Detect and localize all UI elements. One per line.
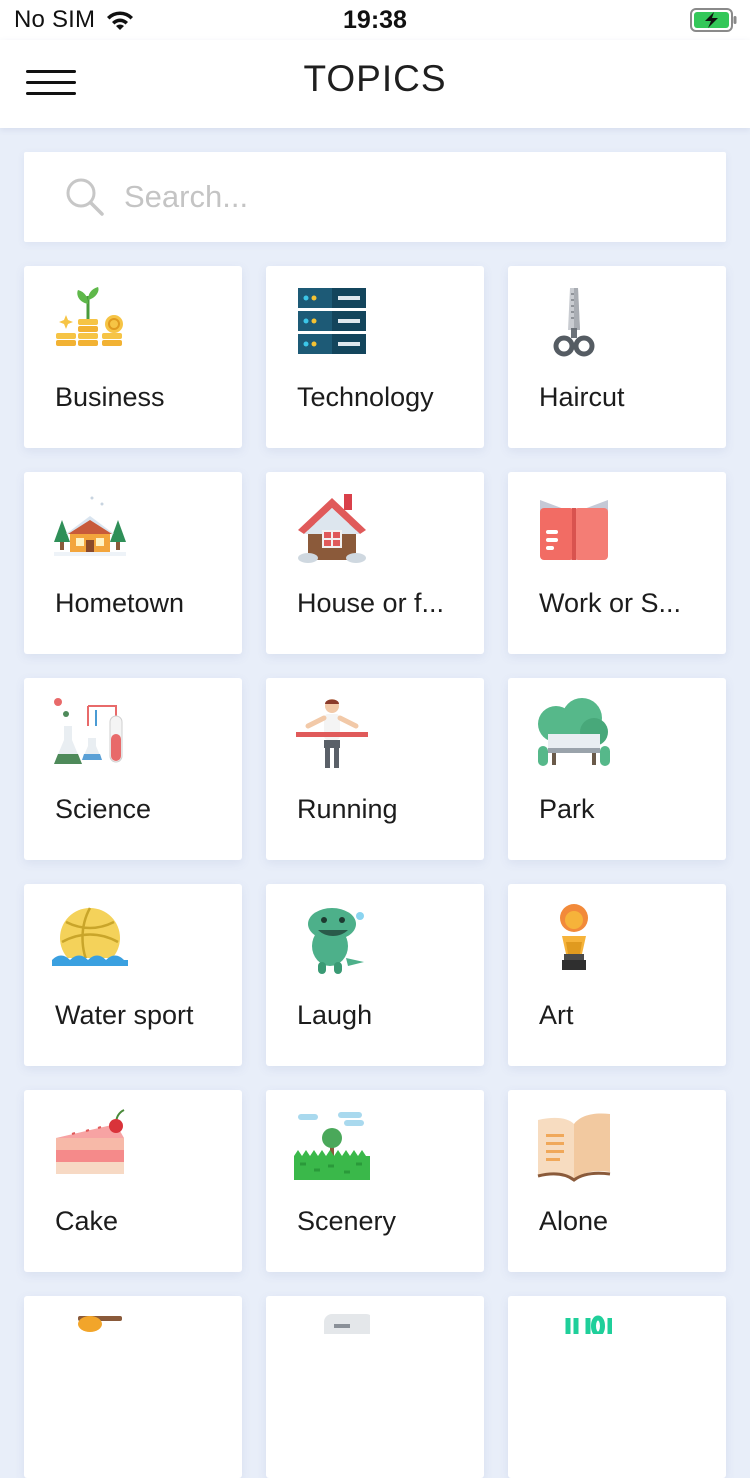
topic-label: Science [55,794,152,824]
topic-card-work-or-study[interactable]: Work or S... [508,472,726,654]
topic-card-partial-3[interactable] [508,1296,726,1478]
topic-card-art[interactable]: Art [508,884,726,1066]
navigation-bar: TOPICS [0,40,750,128]
topic-card-house[interactable]: House or f... [266,472,484,654]
runner-finish-line-icon [294,696,370,772]
topic-label: Water sport [55,1000,194,1030]
topic-card-cake[interactable]: Cake [24,1090,242,1272]
topic-card-water-sport[interactable]: Water sport [24,884,242,1066]
status-time: 19:38 [343,6,407,34]
scissors-icon [536,284,612,360]
topic-label: Art [539,1000,574,1030]
cabin-in-snow-icon [52,490,128,566]
topic-label: Laugh [297,1000,373,1030]
topic-label: Haircut [539,382,625,412]
meadow-tree-icon [294,1108,370,1184]
topic-label: Park [539,794,595,824]
cake-slice-icon [52,1108,128,1184]
topic-card-scenery[interactable]: Scenery [266,1090,484,1272]
search-bar[interactable] [24,152,726,242]
topic-label: Business [55,382,165,412]
laughing-dinosaur-icon [294,902,370,978]
lab-flasks-icon [52,696,128,772]
topic-card-alone[interactable]: Alone [508,1090,726,1272]
search-icon [66,178,104,216]
topic-label: Scenery [297,1206,397,1236]
topic-label: Hometown [55,588,185,618]
topic-card-science[interactable]: Science [24,678,242,860]
topic-label: Cake [55,1206,119,1236]
topic-card-business[interactable]: Business [24,266,242,448]
open-book-icon [536,490,612,566]
topic-card-haircut[interactable]: Haircut [508,266,726,448]
topic-label: Technology [297,382,434,412]
topic-card-hometown[interactable]: Hometown [24,472,242,654]
topic-label: Work or S... [539,588,682,618]
topic-card-laugh[interactable]: Laugh [266,884,484,1066]
topic-label: House or f... [297,588,445,618]
statue-bust-icon [536,902,612,978]
server-rack-icon [294,284,370,360]
topic-card-technology[interactable]: Technology [266,266,484,448]
gray-device-icon [294,1296,370,1334]
house-icon [294,490,370,566]
topic-card-partial-1[interactable] [24,1296,242,1478]
battery-charging-icon [690,8,737,32]
coins-plant-icon [52,284,128,360]
park-bench-icon [536,696,612,772]
topic-label: Running [297,794,398,824]
topic-card-running[interactable]: Running [266,678,484,860]
search-input[interactable] [124,170,704,224]
page-title: TOPICS [303,58,447,99]
notebook-icon [536,1108,612,1184]
honey-dipper-icon [52,1296,128,1334]
topic-card-park[interactable]: Park [508,678,726,860]
green-digits-icon [536,1296,612,1334]
status-bar: No SIM 19:38 [0,0,750,40]
water-polo-ball-icon [52,902,128,978]
topic-card-partial-2[interactable] [266,1296,484,1478]
topic-label: Alone [539,1206,609,1236]
